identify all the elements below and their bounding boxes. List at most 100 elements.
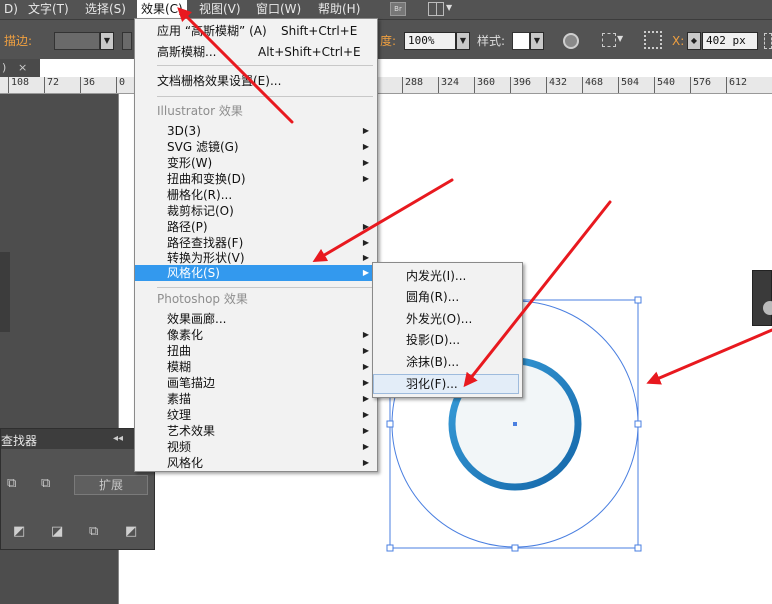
divide-icon[interactable]: ◩ xyxy=(13,525,27,539)
ruler-tick-label: 0 xyxy=(116,77,125,93)
ruler-tick-label: 540 xyxy=(654,77,675,93)
submenu-arrow-icon: ▶ xyxy=(362,238,369,247)
menu-item-round-corners[interactable]: 圆角(R)... xyxy=(373,287,519,307)
last-effect-item[interactable]: 高斯模糊... Alt+Shift+Ctrl+E xyxy=(135,44,377,60)
menu-item-label: 应用 “高斯模糊” (A) xyxy=(157,24,267,38)
panel-header[interactable]: 查找器 ◂◂ xyxy=(1,429,154,449)
bridge-button[interactable]: Br xyxy=(390,2,406,16)
menu-item-pathfinder[interactable]: 路径查找器(F) ▶ xyxy=(135,235,377,251)
variable-width-field[interactable] xyxy=(122,32,132,50)
menu-item-inner-glow[interactable]: 内发光(I)... xyxy=(373,266,519,286)
chevron-down-icon[interactable]: ▼ xyxy=(446,3,452,12)
recolor-artwork-icon[interactable] xyxy=(563,33,579,49)
submenu-arrow-icon: ▶ xyxy=(362,426,369,435)
menu-item-view[interactable]: 视图(V) xyxy=(195,0,245,19)
merge-icon[interactable]: ⧉ xyxy=(89,525,103,539)
submenu-arrow-icon: ▶ xyxy=(362,330,369,339)
menu-item-label: 画笔描边 xyxy=(167,376,216,390)
menu-item-feather[interactable]: 羽化(F)... xyxy=(373,374,519,394)
trim-icon[interactable]: ◪ xyxy=(51,525,65,539)
document-tab-label: ) xyxy=(2,61,7,74)
style-label: 样式: xyxy=(477,34,506,48)
crop-icon[interactable]: ◩ xyxy=(125,525,139,539)
illustrator-effects-header: Illustrator 效果 xyxy=(157,104,243,118)
submenu-arrow-icon: ▶ xyxy=(362,158,369,167)
panel-icon[interactable] xyxy=(763,301,772,315)
exclude-icon[interactable]: ⧉ xyxy=(41,477,55,491)
menu-item-select[interactable]: 选择(S) xyxy=(81,0,130,19)
menu-item-rasterize[interactable]: 栅格化(R)... xyxy=(135,187,377,203)
menu-item-stylize[interactable]: 风格化(S) ▶ xyxy=(135,265,377,281)
raster-effects-settings-item[interactable]: 文档栅格效果设置(E)... xyxy=(135,73,377,89)
horizontal-ruler: 108 72 36 0 288 324 360 396 432 468 504 … xyxy=(0,77,772,94)
floating-panel[interactable] xyxy=(752,270,772,326)
menu-item-help[interactable]: 帮助(H) xyxy=(314,0,364,19)
submenu-arrow-icon: ▶ xyxy=(362,394,369,403)
opacity-input[interactable]: 100% xyxy=(404,32,456,50)
menu-item-label: 视频 xyxy=(167,440,192,454)
menu-item-label: 高斯模糊... xyxy=(157,45,217,59)
menu-item-type[interactable]: 文字(T) xyxy=(24,0,73,19)
menu-item-brush-strokes[interactable]: 画笔描边 ▶ xyxy=(135,375,377,391)
menu-item-drop-shadow[interactable]: 投影(D)... xyxy=(373,330,519,350)
menu-item-distort-transform[interactable]: 扭曲和变换(D) ▶ xyxy=(135,171,377,187)
stroke-weight-dropdown[interactable]: ▼ xyxy=(100,32,114,50)
close-icon[interactable]: × xyxy=(18,59,27,77)
intersect-icon[interactable]: ⧉ xyxy=(7,477,21,491)
submenu-arrow-icon: ▶ xyxy=(362,442,369,451)
menu-item-window[interactable]: 窗口(W) xyxy=(252,0,305,19)
menu-item-convert-to-shape[interactable]: 转换为形状(V) ▶ xyxy=(135,250,377,266)
menu-item-warp[interactable]: 变形(W) ▶ xyxy=(135,155,377,171)
menu-item-distort[interactable]: 扭曲 ▶ xyxy=(135,343,377,359)
menu-item-texture[interactable]: 纹理 ▶ xyxy=(135,407,377,423)
menu-bar: D) 文字(T) 选择(S) 效果(C) 视图(V) 窗口(W) 帮助(H) B… xyxy=(0,0,772,19)
menu-item-video[interactable]: 视频 ▶ xyxy=(135,439,377,455)
menu-item-blur[interactable]: 模糊 ▶ xyxy=(135,359,377,375)
menu-item-label: 模糊 xyxy=(167,360,192,374)
style-swatch[interactable] xyxy=(512,32,530,50)
menu-separator xyxy=(157,96,373,97)
menu-item-artistic[interactable]: 艺术效果 ▶ xyxy=(135,423,377,439)
menu-item-scribble[interactable]: 涂抹(B)... xyxy=(373,352,519,372)
submenu-arrow-icon: ▶ xyxy=(362,174,369,183)
menu-item-pixelate[interactable]: 像素化 ▶ xyxy=(135,327,377,343)
submenu-arrow-icon: ▶ xyxy=(362,222,369,231)
style-dropdown[interactable]: ▼ xyxy=(530,32,544,50)
menu-item-label: 路径(P) xyxy=(167,220,208,234)
x-stepper[interactable]: ◆ xyxy=(687,32,701,50)
y-stepper[interactable] xyxy=(764,33,772,49)
opacity-dropdown[interactable]: ▼ xyxy=(456,32,470,50)
menu-item-partial[interactable]: D) xyxy=(0,0,22,19)
menu-item-label: 裁剪标记(O) xyxy=(167,204,234,218)
submenu-arrow-icon: ▶ xyxy=(362,126,369,135)
menu-item-svg-filters[interactable]: SVG 滤镜(G) ▶ xyxy=(135,139,377,155)
expand-button[interactable]: 扩展 xyxy=(74,475,148,495)
menu-item-label: 文档栅格效果设置(E)... xyxy=(157,74,282,88)
menu-item-path[interactable]: 路径(P) ▶ xyxy=(135,219,377,235)
menu-item-outer-glow[interactable]: 外发光(O)... xyxy=(373,309,519,329)
menu-item-label: 转换为形状(V) xyxy=(167,251,245,265)
align-to-selection-icon[interactable] xyxy=(602,33,616,47)
menu-item-label: 像素化 xyxy=(167,328,204,342)
menu-separator xyxy=(157,65,373,66)
menu-item-effect[interactable]: 效果(C) xyxy=(137,0,187,19)
collapse-icon[interactable]: ◂◂ xyxy=(113,433,123,444)
transform-reference-icon[interactable] xyxy=(644,31,662,49)
menu-item-3d[interactable]: 3D(3) ▶ xyxy=(135,123,377,139)
arrange-documents-icon[interactable] xyxy=(428,2,444,16)
stroke-weight-field[interactable] xyxy=(54,32,100,50)
effect-menu: 应用 “高斯模糊” (A) Shift+Ctrl+E 高斯模糊... Alt+S… xyxy=(134,18,378,472)
menu-item-stylize-photoshop[interactable]: 风格化 ▶ xyxy=(135,455,377,471)
menu-item-effect-gallery[interactable]: 效果画廊... xyxy=(135,311,377,327)
menu-item-crop-marks[interactable]: 裁剪标记(O) xyxy=(135,203,377,219)
stroke-label: 描边: xyxy=(4,34,33,48)
x-label: X: xyxy=(672,34,685,48)
submenu-arrow-icon: ▶ xyxy=(362,410,369,419)
apply-last-effect-item[interactable]: 应用 “高斯模糊” (A) Shift+Ctrl+E xyxy=(135,23,377,39)
document-tab[interactable]: ) × xyxy=(0,59,40,77)
chevron-down-icon[interactable]: ▼ xyxy=(617,34,623,43)
menu-separator xyxy=(157,287,373,288)
x-input[interactable]: 402 px xyxy=(702,32,758,50)
collapsed-panel[interactable] xyxy=(0,252,10,332)
menu-item-sketch[interactable]: 素描 ▶ xyxy=(135,391,377,407)
